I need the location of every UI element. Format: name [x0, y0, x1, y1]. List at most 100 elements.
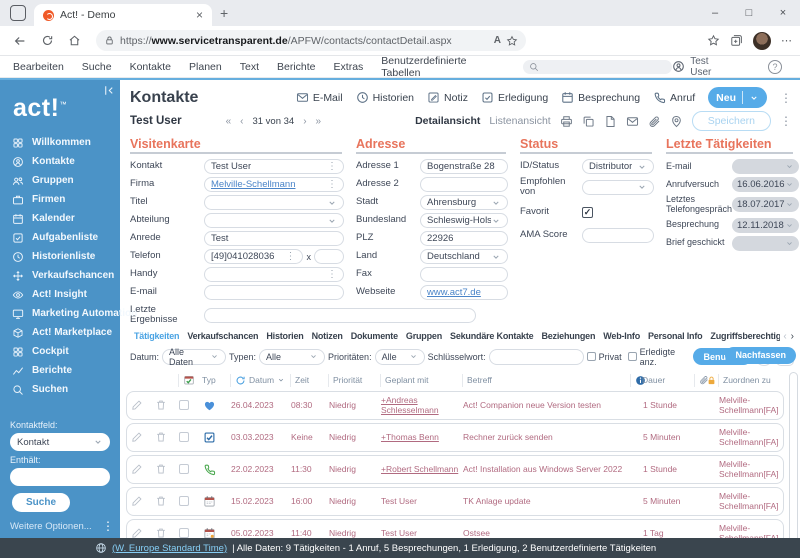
sidebar-item-act-insight[interactable]: Act! Insight: [0, 285, 120, 304]
tab-notizen[interactable]: Notizen: [308, 331, 347, 341]
tab-historien[interactable]: Historien: [262, 331, 307, 341]
webseite-field[interactable]: www.act7.de: [420, 285, 508, 300]
table-scrollbar[interactable]: [789, 372, 798, 538]
geplant-mit-link[interactable]: +Robert Schellmann: [381, 464, 463, 474]
field-menu-icon[interactable]: ⋮: [286, 251, 296, 262]
geplant-mit-link[interactable]: +Andreas Schlesselmann: [381, 395, 463, 415]
col-betreff[interactable]: Betreff: [462, 374, 630, 387]
col-zeit[interactable]: Zeit: [290, 374, 328, 387]
activity-row[interactable]: 15.02.2023 16:00 Niedrig Test User TK An…: [126, 487, 784, 516]
anruf-action-button[interactable]: Anruf: [653, 91, 695, 104]
menu-berichte[interactable]: Berichte: [268, 61, 325, 73]
titel-select[interactable]: [204, 195, 344, 210]
field-menu-icon[interactable]: ⋮: [327, 179, 337, 190]
menu-bearbeiten[interactable]: Bearbeiten: [4, 61, 73, 73]
tab-close-icon[interactable]: ×: [193, 8, 206, 22]
favorit-checkbox[interactable]: ✓: [582, 207, 593, 218]
delete-trash-icon[interactable]: [155, 431, 179, 443]
plz-field[interactable]: [420, 231, 508, 246]
sidebar-item-act-marketplace[interactable]: Act! Marketplace: [0, 323, 120, 342]
sidebar-item-cockpit[interactable]: Cockpit: [0, 342, 120, 361]
sidebar-item-kontakte[interactable]: Kontakte: [0, 152, 120, 171]
adresse2-field[interactable]: [420, 177, 508, 192]
email-action-button[interactable]: E-Mail: [296, 91, 343, 104]
header-overflow-icon[interactable]: ⋮: [780, 91, 792, 105]
last-page-icon[interactable]: »: [316, 116, 322, 127]
print-icon[interactable]: [560, 115, 573, 128]
contact-field-select[interactable]: Kontakt: [10, 433, 110, 451]
menu-text[interactable]: Text: [231, 61, 268, 73]
edit-pencil-icon[interactable]: [131, 431, 155, 443]
sidebar-item-berichte[interactable]: Berichte: [0, 361, 120, 380]
activity-row[interactable]: 03.03.2023 Keine Niedrig +Thomas Benn Re…: [126, 423, 784, 452]
geplant-mit-link[interactable]: +Thomas Benn: [381, 432, 463, 442]
telefon-ext-field[interactable]: [314, 249, 344, 264]
abteilung-select[interactable]: [204, 213, 344, 228]
col-typ[interactable]: Typ: [202, 375, 230, 385]
copy-icon[interactable]: [582, 115, 595, 128]
col-datum[interactable]: Datum: [230, 374, 290, 387]
tab-web-info[interactable]: Web-Info: [599, 331, 644, 341]
record-overflow-icon[interactable]: ⋮: [780, 114, 792, 128]
datum-filter-select[interactable]: Alle Daten: [162, 349, 226, 365]
tab-beziehungen[interactable]: Beziehungen: [537, 331, 599, 341]
sidebar-collapse-icon[interactable]: [102, 84, 115, 97]
paperclip-icon[interactable]: [648, 115, 661, 128]
nachfassen-button[interactable]: Nachfassen: [725, 347, 796, 364]
url-bar[interactable]: https://www.servicetransparent.de/APFW/c…: [96, 30, 526, 51]
tabs-scroll-right-icon[interactable]: ›: [791, 331, 794, 342]
tab-personal-info[interactable]: Personal Info: [644, 331, 706, 341]
bundesland-select[interactable]: Schleswig-Holstein, Deut: [420, 213, 508, 228]
close-button[interactable]: ×: [766, 7, 800, 19]
more-options[interactable]: Weitere Optionen... ⋮: [0, 512, 120, 538]
typen-filter-select[interactable]: Alle: [259, 349, 325, 365]
ama-score-field[interactable]: [582, 228, 654, 243]
email-field[interactable]: [204, 285, 344, 300]
read-aloud-icon[interactable]: A: [494, 35, 501, 46]
activity-row[interactable]: 26.04.2023 08:30 Niedrig +Andreas Schles…: [126, 391, 784, 420]
detail-view-toggle[interactable]: Detailansicht: [415, 115, 480, 127]
back-icon[interactable]: [8, 34, 32, 48]
contains-field[interactable]: [10, 468, 110, 486]
webseite-link[interactable]: www.act7.de: [427, 287, 481, 298]
stadt-select[interactable]: Ahrensburg: [420, 195, 508, 210]
edit-pencil-icon[interactable]: [131, 399, 155, 411]
collections-icon[interactable]: [730, 34, 743, 47]
empfohlen-von-select[interactable]: [582, 180, 654, 195]
land-select[interactable]: Deutschland: [420, 249, 508, 264]
save-button[interactable]: Speichern: [692, 111, 771, 131]
col-geplant-mit[interactable]: Geplant mit: [380, 374, 462, 387]
row-checkbox[interactable]: [179, 464, 189, 474]
mail-icon[interactable]: [626, 115, 639, 128]
sidebar-item-aufgabenliste[interactable]: Aufgabenliste: [0, 228, 120, 247]
col-prioritaet[interactable]: Priorität: [328, 374, 380, 387]
sidebar-item-gruppen[interactable]: Gruppen: [0, 171, 120, 190]
browser-tab[interactable]: Act! - Demo ×: [34, 4, 212, 26]
col-zuordnen-zu[interactable]: Zuordnen zu: [718, 374, 780, 387]
adresse1-field[interactable]: [420, 159, 508, 174]
menu-extras[interactable]: Extras: [325, 61, 373, 73]
letzte-ergebnisse-field[interactable]: [204, 308, 476, 323]
tab-sekundaere-kontakte[interactable]: Sekundäre Kontakte: [446, 331, 537, 341]
telefon-field[interactable]: ⋮: [204, 249, 303, 264]
col-dauer[interactable]: Dauer: [642, 375, 694, 385]
sidebar-item-historienliste[interactable]: Historienliste: [0, 247, 120, 266]
maximize-button[interactable]: □: [732, 7, 766, 19]
fax-field[interactable]: [420, 267, 508, 282]
privat-checkbox[interactable]: [587, 352, 596, 361]
firma-field[interactable]: Melville-Schellmann⋮: [204, 177, 344, 192]
row-checkbox[interactable]: [179, 528, 189, 538]
browser-profile-avatar[interactable]: [753, 32, 771, 50]
row-checkbox[interactable]: [179, 432, 189, 442]
sidebar-item-willkommen[interactable]: Willkommen: [0, 133, 120, 152]
tab-workspaces-icon[interactable]: [10, 5, 26, 21]
field-menu-icon[interactable]: ⋮: [327, 161, 337, 172]
timezone-link[interactable]: (W. Europe Standard Time): [112, 543, 227, 554]
tab-verkaufschancen[interactable]: Verkaufschancen: [183, 331, 262, 341]
add-favorite-icon[interactable]: [707, 34, 720, 47]
first-page-icon[interactable]: «: [226, 116, 232, 127]
tab-zugriffsberechtigungen[interactable]: Zugriffsberechtigungen (Kontakt): [706, 331, 780, 341]
neu-button[interactable]: Neu: [708, 87, 767, 108]
activity-row[interactable]: 22.02.2023 11:30 Niedrig +Robert Schellm…: [126, 455, 784, 484]
more-options-menu-icon[interactable]: ⋮: [102, 519, 114, 533]
